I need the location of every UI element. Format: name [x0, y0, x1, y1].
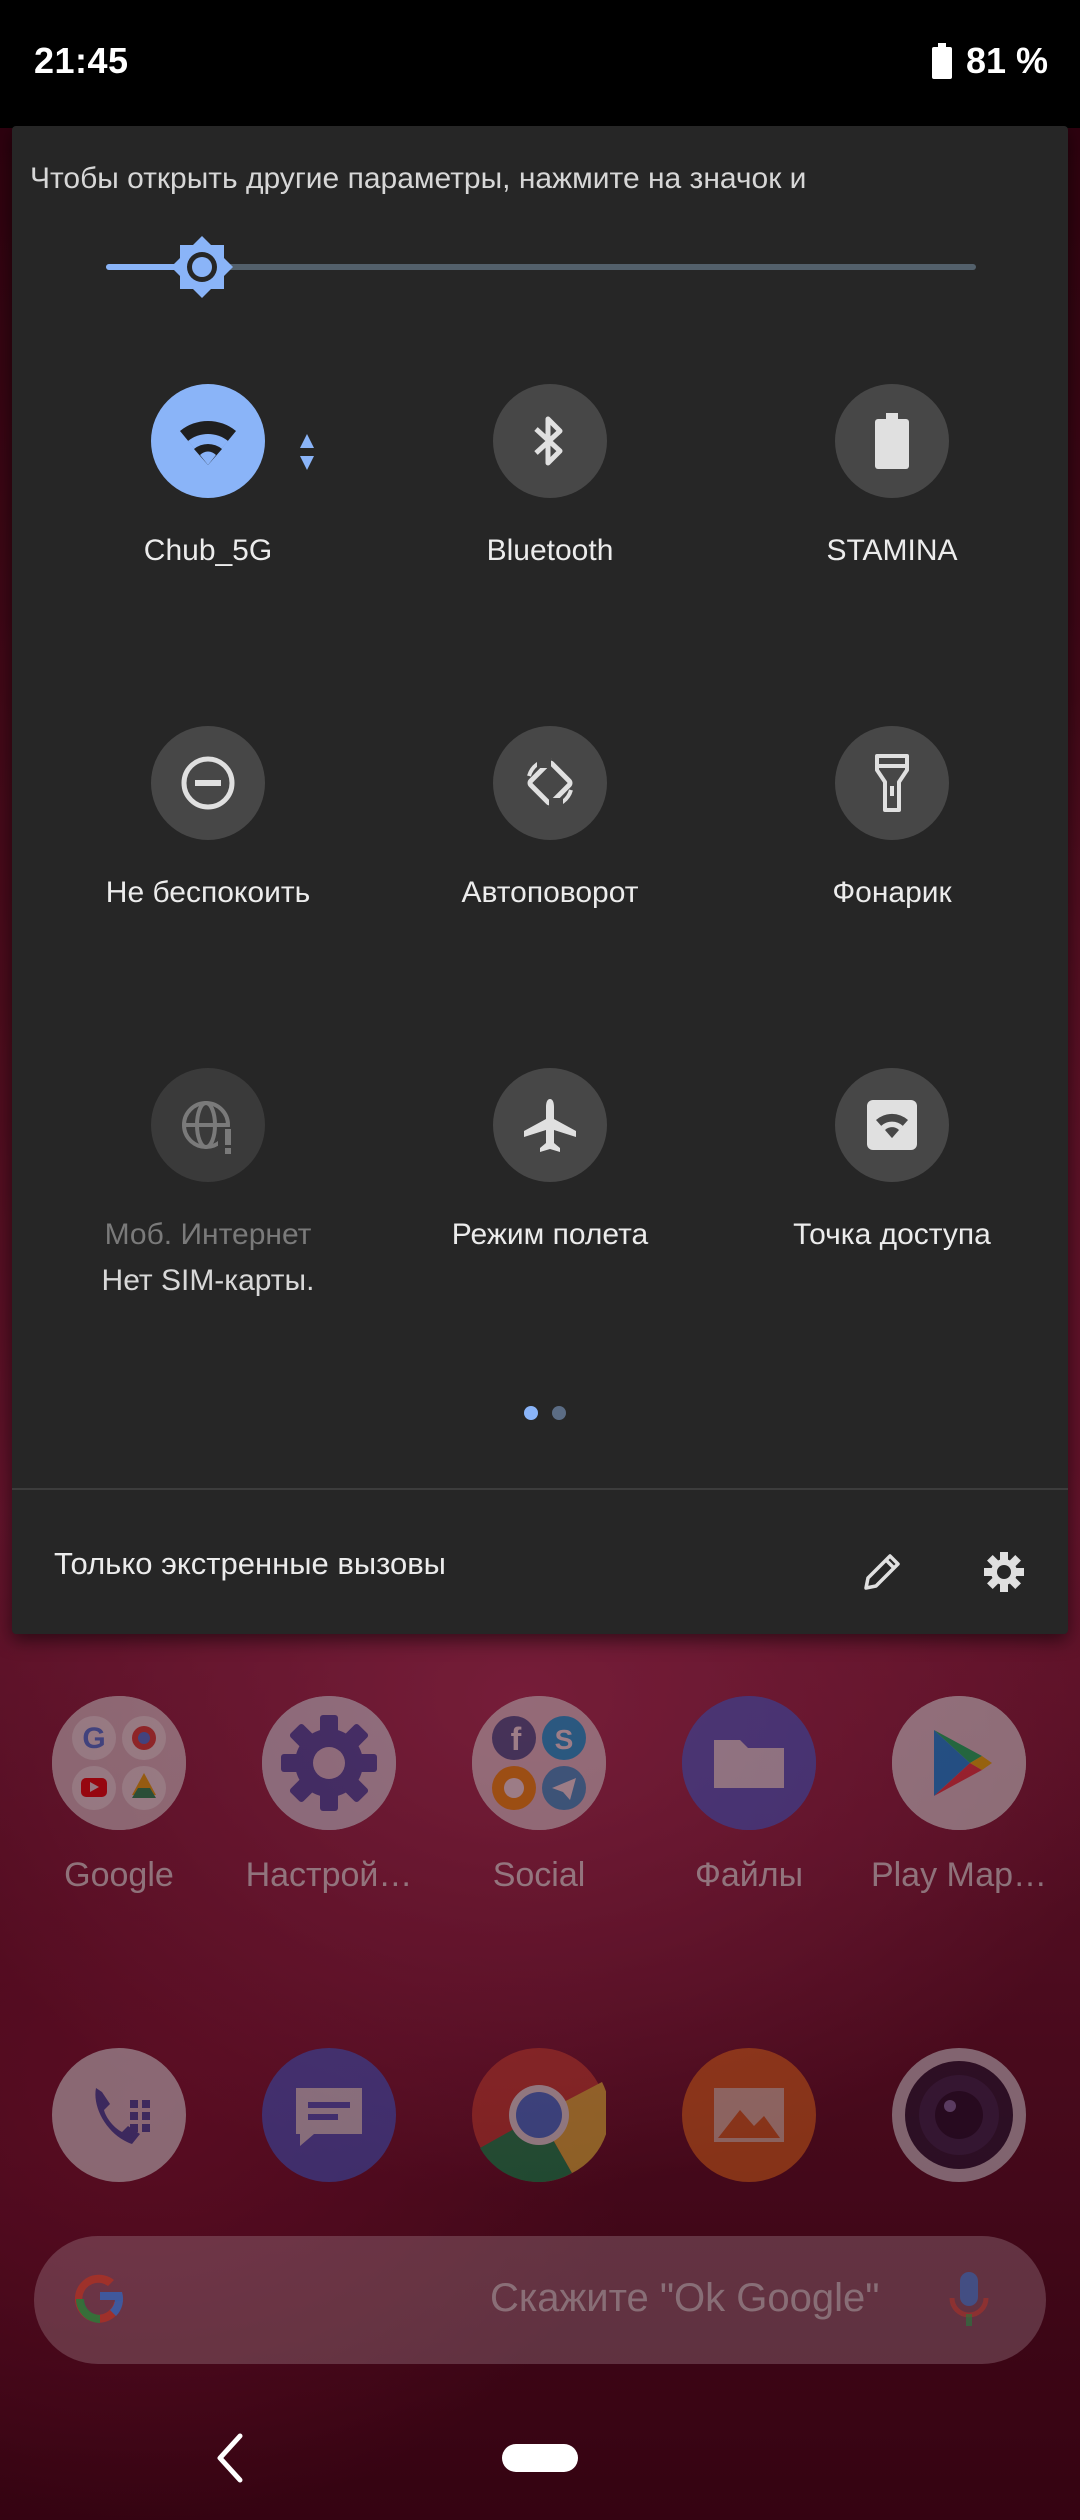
tile-label: Автоповорот: [461, 876, 639, 909]
nav-home-pill[interactable]: [502, 2444, 578, 2472]
do-not-disturb-icon: [181, 756, 235, 810]
page-dot-2[interactable]: [552, 1406, 566, 1420]
dnd-toggle[interactable]: [151, 726, 265, 840]
qs-page-indicator: [524, 1406, 566, 1420]
flashlight-icon: [875, 754, 909, 812]
wifi-activity-arrows-icon: [300, 434, 314, 475]
tile-mobile-data[interactable]: Моб. Интернет Нет SIM-карты.: [38, 1068, 378, 1298]
tile-label: Точка доступа: [793, 1218, 991, 1251]
mobile-data-icon: [182, 1101, 238, 1155]
bluetooth-icon: [534, 416, 563, 466]
tile-label: Режим полета: [451, 1218, 649, 1251]
stamina-toggle[interactable]: [835, 384, 949, 498]
qs-hint-text: Чтобы открыть другие параметры, нажмите …: [30, 162, 807, 195]
quick-settings-panel: Чтобы открыть другие параметры, нажмите …: [12, 126, 1068, 1634]
tile-bluetooth[interactable]: Bluetooth: [380, 384, 720, 568]
tile-auto-rotate[interactable]: Автоповорот: [380, 726, 720, 910]
mobile-data-toggle[interactable]: [151, 1068, 265, 1182]
hotspot-icon: [867, 1100, 917, 1150]
pencil-icon: [864, 1554, 900, 1590]
battery-icon: [931, 43, 952, 79]
tile-sublabel: Нет SIM-карты.: [101, 1264, 315, 1297]
tile-wifi[interactable]: Chub_5G: [38, 384, 378, 568]
settings-button[interactable]: [972, 1540, 1036, 1604]
tile-label: Моб. Интернет: [104, 1218, 312, 1251]
tile-stamina[interactable]: STAMINA: [722, 384, 1062, 568]
back-icon: [217, 2433, 243, 2483]
tile-label: Не беспокоить: [105, 876, 311, 909]
edit-tiles-button[interactable]: [850, 1540, 914, 1604]
hotspot-toggle[interactable]: [835, 1068, 949, 1182]
airplane-icon: [524, 1099, 576, 1152]
airplane-toggle[interactable]: [493, 1068, 607, 1182]
tile-airplane-mode[interactable]: Режим полета: [380, 1068, 720, 1252]
tile-flashlight[interactable]: Фонарик: [722, 726, 1062, 910]
tile-label: Фонарик: [832, 876, 952, 909]
tile-do-not-disturb[interactable]: Не беспокоить: [38, 726, 378, 910]
status-bar: 21:45 81 %: [0, 0, 1080, 128]
carrier-status-text: Только экстренные вызовы: [54, 1546, 446, 1581]
tile-label: Bluetooth: [486, 534, 614, 567]
brightness-icon[interactable]: [169, 234, 235, 300]
flashlight-toggle[interactable]: [835, 726, 949, 840]
nav-back-button[interactable]: [210, 2430, 250, 2491]
tile-hotspot[interactable]: Точка доступа: [722, 1068, 1062, 1252]
bluetooth-toggle[interactable]: [493, 384, 607, 498]
battery-percent: 81 %: [965, 40, 1048, 81]
battery-icon: [875, 413, 909, 469]
wifi-toggle[interactable]: [151, 384, 265, 498]
gear-icon: [984, 1552, 1024, 1592]
brightness-slider-track[interactable]: [106, 264, 976, 270]
tile-label: Chub_5G: [143, 534, 273, 567]
auto-rotate-toggle[interactable]: [493, 726, 607, 840]
page-dot-1[interactable]: [524, 1406, 538, 1420]
status-time: 21:45: [34, 40, 129, 81]
qs-divider: [12, 1488, 1068, 1490]
auto-rotate-icon: [527, 754, 573, 812]
tile-label: STAMINA: [826, 534, 958, 567]
wifi-icon: [180, 420, 236, 465]
